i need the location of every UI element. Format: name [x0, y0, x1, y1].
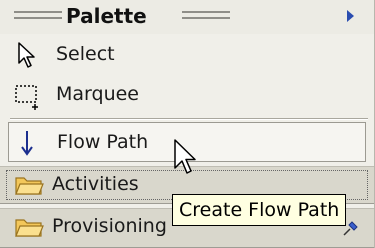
tool-marquee[interactable]: Marquee [0, 74, 374, 114]
marquee-icon [15, 85, 38, 110]
palette-menu-arrow-icon[interactable] [347, 10, 354, 22]
tool-flow-path-label: Flow Path [57, 131, 149, 153]
drawer-activities-label: Activities [52, 173, 139, 195]
flow-path-arrow-icon [21, 131, 33, 156]
tooltip: Create Flow Path [172, 194, 347, 226]
drawer-provisioning-label: Provisioning [52, 215, 167, 237]
mouse-cursor-icon [174, 139, 196, 174]
tool-select-label: Select [56, 43, 115, 65]
palette-title: Palette [66, 4, 147, 28]
drag-grip-left[interactable] [14, 11, 62, 19]
tool-separator [10, 118, 368, 120]
tool-marquee-label: Marquee [56, 83, 139, 105]
select-arrow-icon [18, 42, 35, 68]
tool-select[interactable]: Select [0, 34, 374, 74]
palette-title-bar[interactable]: Palette [0, 0, 374, 34]
palette-panel: Palette Select Marquee Flow Path Activit… [0, 0, 375, 248]
folder-icon [15, 177, 44, 195]
folder-icon [15, 219, 44, 237]
drag-grip-right[interactable] [182, 11, 230, 19]
